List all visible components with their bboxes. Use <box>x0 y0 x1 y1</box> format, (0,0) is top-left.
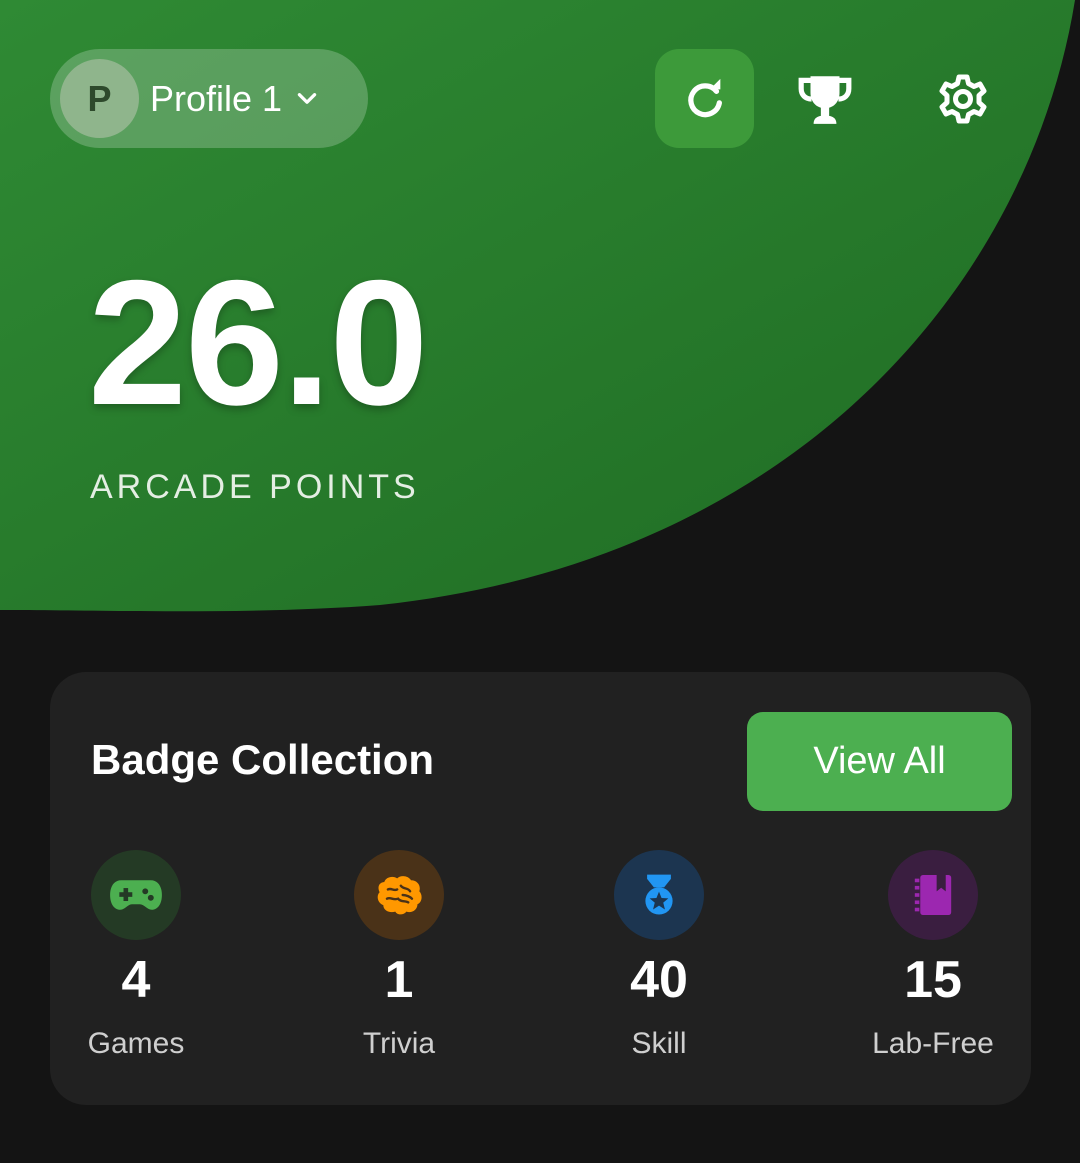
profile-name: Profile 1 <box>150 78 283 119</box>
gamepad-icon <box>110 880 162 910</box>
view-all-button[interactable]: View All <box>747 712 1012 811</box>
badge-icon-container <box>354 850 444 940</box>
badge-collection-title: Badge Collection <box>91 736 435 783</box>
badge-label: Skill <box>631 1027 687 1060</box>
badge-count: 15 <box>904 951 962 1009</box>
medal-icon <box>645 874 673 915</box>
profile-selector[interactable]: P Profile 1 <box>50 49 368 148</box>
badge-label: Lab-Free <box>872 1027 994 1060</box>
leaderboard-button[interactable] <box>775 49 874 148</box>
badge-collection-card: Badge Collection View All 4 Games 1 Triv… <box>50 672 1031 1105</box>
avatar: P <box>60 59 139 138</box>
refresh-icon <box>687 78 722 117</box>
settings-button[interactable] <box>913 49 1012 148</box>
refresh-button[interactable] <box>655 49 754 148</box>
gear-icon <box>939 74 986 123</box>
brain-icon <box>377 876 422 915</box>
badge-icon-container <box>91 850 181 940</box>
book-icon <box>914 875 952 915</box>
badge-count: 4 <box>121 951 151 1009</box>
badge-count: 1 <box>384 951 414 1009</box>
points-value: 26.0 <box>88 243 428 442</box>
badge-icon-container <box>614 850 704 940</box>
badge-count: 40 <box>630 951 688 1009</box>
badge-category-lab-free[interactable]: 15 Lab-Free <box>833 850 1033 1070</box>
badge-category-games[interactable]: 4 Games <box>36 850 236 1070</box>
badge-icon-container <box>888 850 978 940</box>
app-screen: P Profile 1 26.0 ARCADE POINTS Badge Col… <box>0 0 1080 1163</box>
badge-label: Games <box>87 1027 185 1060</box>
trophy-icon <box>798 75 851 124</box>
points-label: ARCADE POINTS <box>90 468 420 506</box>
badge-category-skill[interactable]: 40 Skill <box>559 850 759 1070</box>
badge-category-trivia[interactable]: 1 Trivia <box>299 850 499 1070</box>
chevron-down-icon <box>297 93 317 104</box>
badge-label: Trivia <box>362 1027 436 1060</box>
